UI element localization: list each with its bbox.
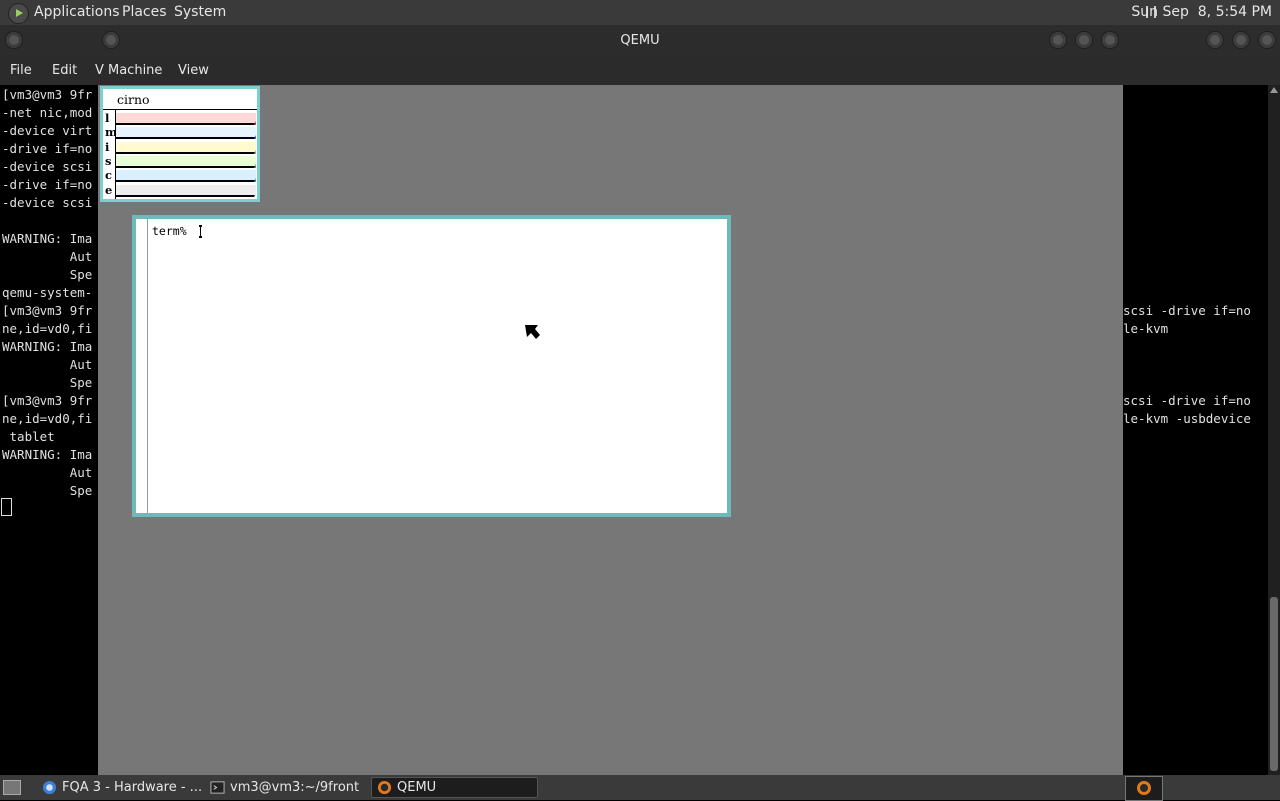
scrollbar-thumb[interactable]	[1270, 597, 1278, 771]
task-terminal[interactable]: vm3@vm3:~/9front	[204, 777, 364, 798]
terminal-line: Aut	[2, 249, 93, 264]
maximize-button-2[interactable]	[1233, 32, 1249, 48]
browser-icon	[42, 780, 57, 795]
terminal-line: -net nic,mod	[2, 105, 93, 120]
tray-qemu-button[interactable]	[1125, 776, 1163, 801]
stat-bar	[116, 155, 256, 168]
terminal-line: -drive if=no	[2, 177, 93, 192]
terminal-line: WARNING: Ima	[2, 231, 93, 246]
qemu-icon	[1137, 781, 1151, 795]
terminal-line: scsi -drive if=no	[1123, 393, 1251, 408]
task-label: FQA 3 - Hardware - ...	[62, 780, 203, 795]
stat-bar	[116, 184, 256, 197]
menubar: File Edit V Machine View	[0, 56, 1280, 85]
stat-bar-tip	[254, 192, 256, 197]
terminal-output-right[interactable]: scsi -drive if=no le-kvm scsi -drive if=no…	[1123, 85, 1268, 775]
menu-view-partial[interactable]: V	[95, 63, 104, 78]
stat-bar	[116, 127, 256, 140]
taskbar: FQA 3 - Hardware - ... vm3@vm3:~/9front …	[0, 775, 1280, 801]
system-menu[interactable]: System	[174, 4, 226, 20]
stat-label: i	[105, 139, 110, 154]
applications-menu[interactable]: Applications	[34, 4, 120, 20]
minimize-button[interactable]	[1050, 32, 1066, 48]
terminal-line: [vm3@vm3 9fr	[2, 87, 93, 102]
gnome-menu-icon[interactable]	[8, 3, 29, 24]
terminal-line: Aut	[2, 465, 93, 480]
divider	[103, 109, 257, 110]
stat-row: e	[103, 183, 257, 197]
stats-panel: cirno lmisce	[103, 89, 257, 199]
term-prompt: term%	[152, 224, 187, 238]
mouse-pointer-icon	[525, 325, 540, 339]
stat-bar	[116, 170, 256, 183]
terminal-line: Spe	[2, 483, 93, 498]
term-body[interactable]: term%	[136, 219, 727, 513]
term-scrollbar[interactable]	[147, 219, 148, 513]
terminal-line: qemu-system-	[2, 285, 93, 300]
stat-row: s	[103, 154, 257, 168]
terminal-scrollbar[interactable]	[1268, 85, 1280, 775]
stat-bar	[116, 141, 256, 154]
stat-row: c	[103, 168, 257, 183]
rio-term-window[interactable]: term%	[132, 215, 731, 517]
qemu-icon	[377, 780, 392, 795]
menu-view[interactable]: View	[178, 63, 209, 78]
terminal-output[interactable]: [vm3@vm3 9fr -net nic,mod -device virt -dri…	[0, 85, 98, 775]
stat-label: c	[105, 168, 113, 183]
terminal-line: [vm3@vm3 9fr	[2, 393, 93, 408]
terminal-line: -drive if=no	[2, 141, 93, 156]
show-desktop-icon[interactable]	[3, 780, 21, 795]
terminal-line: -device scsi	[2, 159, 93, 174]
terminal-line: [vm3@vm3 9fr	[2, 303, 93, 318]
stat-label: s	[105, 153, 112, 168]
terminal-line: -device virt	[2, 123, 93, 138]
scroll-up-icon[interactable]	[1270, 87, 1278, 93]
close-button-2[interactable]	[1259, 32, 1275, 48]
terminal-line: tablet	[2, 429, 55, 444]
task-label: vm3@vm3:~/9front	[230, 780, 360, 795]
terminal-line: Aut	[2, 357, 93, 372]
terminal-line: Spe	[2, 375, 93, 390]
terminal-line: ne,id=vd0,fi	[2, 411, 93, 426]
stat-label: e	[105, 182, 113, 197]
stat-row: l	[103, 111, 257, 125]
stats-hostname: cirno	[117, 92, 150, 107]
menu-machine[interactable]: Machine	[108, 63, 162, 78]
stat-row: i	[103, 140, 257, 154]
maximize-button[interactable]	[1076, 32, 1092, 48]
window-titlebar[interactable]: QEMU	[0, 25, 1280, 56]
minimize-button-2[interactable]	[1207, 32, 1223, 48]
terminal-line: Spe	[2, 267, 93, 282]
stat-label: m	[105, 125, 118, 140]
menu-edit[interactable]: Edit	[52, 63, 77, 78]
terminal-line: le-kvm -usbdevice	[1123, 411, 1251, 426]
task-qemu[interactable]: QEMU	[371, 777, 538, 798]
terminal-line: le-kvm	[1123, 321, 1169, 336]
close-button[interactable]	[1102, 32, 1118, 48]
terminal-line: WARNING: Ima	[2, 447, 93, 462]
stat-row: m	[103, 125, 257, 140]
task-browser[interactable]: FQA 3 - Hardware - ...	[36, 777, 203, 798]
terminal-line: ne,id=vd0,fi	[2, 321, 93, 336]
places-menu[interactable]: Places	[122, 4, 167, 20]
top-panel: Applications Places System Sun Sep 8, 5:…	[0, 0, 1280, 25]
clock[interactable]: Sun Sep 8, 5:54 PM	[1131, 4, 1272, 20]
task-label: QEMU	[397, 780, 437, 795]
terminal-line: -device scsi	[2, 195, 93, 210]
stat-bar	[116, 113, 256, 125]
terminal-line: WARNING: Ima	[2, 339, 93, 354]
text-cursor-icon	[199, 225, 202, 238]
stats-window[interactable]: cirno lmisce	[100, 86, 260, 202]
stat-label: l	[105, 111, 110, 125]
terminal-cursor	[1, 498, 12, 516]
terminal-line: scsi -drive if=no	[1123, 303, 1251, 318]
terminal-icon	[210, 781, 225, 794]
menu-file[interactable]: File	[10, 63, 32, 78]
